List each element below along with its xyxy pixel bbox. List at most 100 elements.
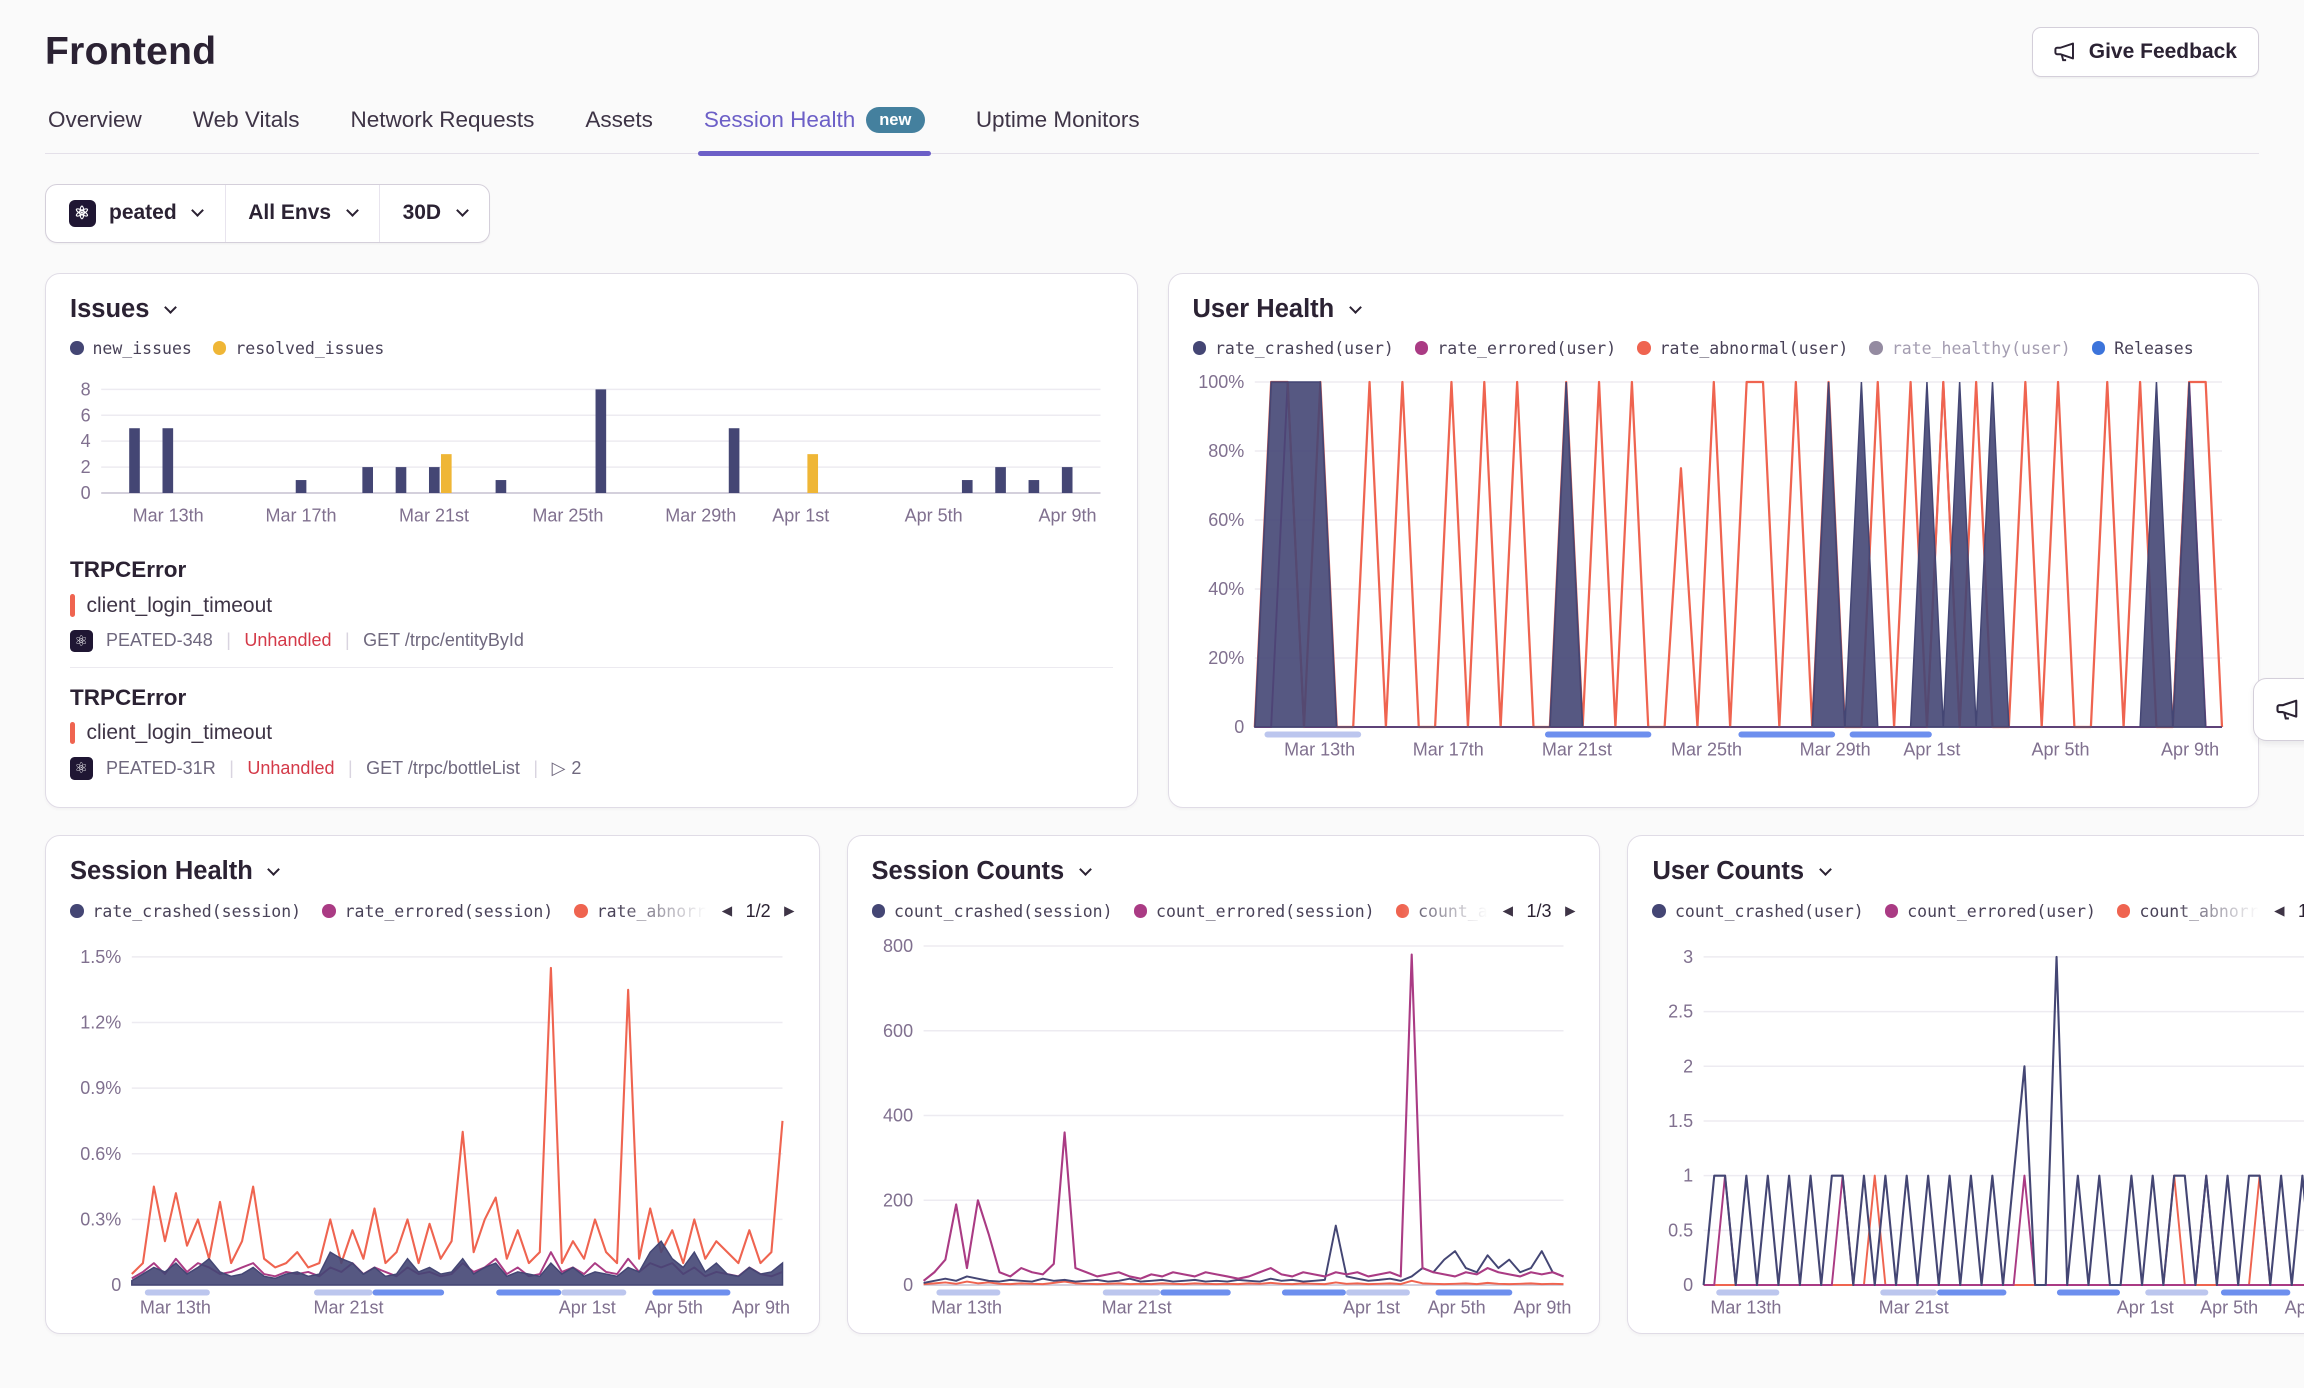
legend-item[interactable]: Releases	[2092, 339, 2194, 358]
session-health-chart[interactable]: 00.3%0.6%0.9%1.2%1.5%Mar 13thMar 21stApr…	[70, 934, 795, 1321]
panel-title: Session Counts	[872, 857, 1065, 886]
svg-text:Mar 17th: Mar 17th	[1412, 739, 1483, 759]
svg-text:Mar 21st: Mar 21st	[313, 1297, 383, 1317]
svg-text:2: 2	[1684, 1056, 1694, 1076]
legend-item[interactable]: count_errored(session)	[1134, 902, 1375, 921]
tab-session-health[interactable]: Session Health new	[701, 107, 928, 153]
svg-text:1.5%: 1.5%	[80, 946, 121, 966]
divider: |	[226, 630, 231, 651]
legend-item[interactable]: rate_healthy(user)	[1869, 339, 2070, 358]
legend-item[interactable]: count_crashed(session)	[872, 902, 1113, 921]
issues-list: TRPCError client_login_timeout ⚛ PEATED-…	[70, 541, 1113, 795]
chevron-down-icon[interactable]	[1079, 863, 1092, 876]
tab-uptime-monitors[interactable]: Uptime Monitors	[973, 107, 1143, 153]
divider: |	[348, 758, 353, 779]
svg-text:0.3%: 0.3%	[80, 1209, 121, 1229]
legend-dot	[70, 904, 84, 918]
svg-text:Mar 25th: Mar 25th	[1670, 739, 1741, 759]
legend-item[interactable]: rate_abnorr	[574, 902, 706, 921]
chevron-down-icon[interactable]	[267, 863, 280, 876]
legend-item[interactable]: count_a	[1396, 902, 1488, 921]
legend-item[interactable]: count_crashed(user)	[1652, 902, 1863, 921]
project-platform-icon: ⚛	[70, 757, 93, 780]
issues-bar-chart[interactable]: 02468Mar 13thMar 17thMar 21stMar 25thMar…	[70, 367, 1113, 529]
svg-text:Apr 5th: Apr 5th	[1427, 1297, 1485, 1317]
environment-selector[interactable]: All Envs	[225, 185, 379, 242]
legend-dot	[1134, 904, 1148, 918]
svg-text:20%: 20%	[1208, 648, 1244, 668]
svg-text:Apr 9th: Apr 9th	[1038, 505, 1096, 525]
project-selector[interactable]: ⚛ peated	[46, 185, 225, 242]
svg-text:Apr 5th: Apr 5th	[645, 1297, 703, 1317]
legend-item[interactable]: rate_crashed(user)	[1193, 339, 1394, 358]
session-counts-chart[interactable]: 0200400600800Mar 13thMar 21stApr 1stApr …	[872, 934, 1576, 1321]
svg-text:0: 0	[81, 483, 91, 503]
svg-text:1.2%: 1.2%	[80, 1012, 121, 1032]
floating-feedback-button[interactable]	[2253, 678, 2304, 741]
legend-item[interactable]: rate_crashed(session)	[70, 902, 301, 921]
megaphone-icon	[2054, 41, 2077, 64]
svg-text:0.6%: 0.6%	[80, 1143, 121, 1163]
issue-transaction: GET /trpc/entityById	[363, 630, 524, 651]
pager-prev-icon[interactable]: ◀	[1503, 903, 1513, 919]
chevron-down-icon[interactable]	[164, 301, 177, 314]
tab-web-vitals[interactable]: Web Vitals	[190, 107, 303, 153]
chart-legend: rate_crashed(user) rate_errored(user) rate…	[1193, 339, 2235, 358]
svg-text:Apr 1st: Apr 1st	[1343, 1297, 1400, 1317]
error-level-indicator	[70, 594, 75, 617]
svg-text:Mar 29th: Mar 29th	[665, 505, 736, 525]
divider: |	[533, 758, 538, 779]
legend-item[interactable]: rate_abnormal(user)	[1637, 339, 1848, 358]
user-counts-chart[interactable]: 00.511.522.53Mar 13thMar 21stApr 1stApr …	[1652, 934, 2304, 1321]
svg-text:8: 8	[81, 379, 91, 399]
tab-overview[interactable]: Overview	[45, 107, 145, 153]
pager-next-icon[interactable]: ▶	[1565, 903, 1575, 919]
issue-row[interactable]: TRPCError client_login_timeout ⚛ PEATED-…	[70, 667, 1113, 795]
chevron-down-icon[interactable]	[1349, 301, 1362, 314]
chevron-down-icon	[191, 204, 204, 217]
legend-item[interactable]: resolved_issues	[213, 339, 385, 358]
tab-label: Uptime Monitors	[976, 107, 1140, 133]
pager-next-icon[interactable]: ▶	[784, 903, 794, 919]
chevron-down-icon[interactable]	[1819, 863, 1832, 876]
svg-text:Apr 1st: Apr 1st	[772, 505, 829, 525]
panel-title: User Health	[1193, 295, 1335, 324]
chart-legend: rate_crashed(session) rate_errored(sessio…	[70, 902, 707, 921]
svg-text:400: 400	[883, 1105, 913, 1125]
legend-dot	[1637, 341, 1651, 355]
svg-text:Apr 1st: Apr 1st	[559, 1297, 616, 1317]
user-health-chart[interactable]: 020%40%60%80%100%Mar 13thMar 17thMar 21s…	[1193, 370, 2235, 763]
svg-text:Apr 9th: Apr 9th	[2285, 1297, 2304, 1317]
pager-indicator: 1/3	[1527, 901, 1552, 922]
give-feedback-button[interactable]: Give Feedback	[2032, 27, 2259, 77]
tab-network-requests[interactable]: Network Requests	[348, 107, 538, 153]
environment-selector-value: All Envs	[248, 201, 331, 225]
svg-text:Mar 13th: Mar 13th	[1284, 739, 1355, 759]
issue-title[interactable]: TRPCError	[70, 685, 1113, 711]
legend-item[interactable]: rate_errored(session)	[322, 902, 553, 921]
session-counts-panel: Session Counts count_crashed(session) cou…	[847, 835, 1601, 1334]
replay-count[interactable]: ▷ 2	[552, 758, 582, 779]
pager-prev-icon[interactable]: ◀	[722, 903, 732, 919]
issue-culprit: client_login_timeout	[70, 721, 1113, 745]
svg-text:0: 0	[1234, 717, 1244, 737]
legend-item[interactable]: rate_errored(user)	[1415, 339, 1616, 358]
give-feedback-label: Give Feedback	[2089, 40, 2237, 64]
svg-text:0.5: 0.5	[1669, 1220, 1694, 1240]
date-range-selector[interactable]: 30D	[379, 185, 489, 242]
svg-text:Apr 5th: Apr 5th	[2201, 1297, 2259, 1317]
tab-bar: Overview Web Vitals Network Requests Ass…	[45, 107, 2259, 154]
tab-label: Assets	[585, 107, 653, 133]
legend-item[interactable]: count_errored(user)	[1885, 902, 2096, 921]
legend-item[interactable]: count_abnorr	[2117, 902, 2259, 921]
issue-row[interactable]: TRPCError client_login_timeout ⚛ PEATED-…	[70, 541, 1113, 668]
page: Frontend Give Feedback Overview Web Vita…	[0, 0, 2304, 1388]
panel-title: Session Health	[70, 857, 253, 886]
divider: |	[345, 630, 350, 651]
legend-item[interactable]: new_issues	[70, 339, 192, 358]
svg-text:80%: 80%	[1208, 441, 1244, 461]
pager-indicator: 1/2	[746, 901, 771, 922]
tab-assets[interactable]: Assets	[582, 107, 656, 153]
pager-prev-icon[interactable]: ◀	[2274, 903, 2284, 919]
issue-title[interactable]: TRPCError	[70, 557, 1113, 583]
